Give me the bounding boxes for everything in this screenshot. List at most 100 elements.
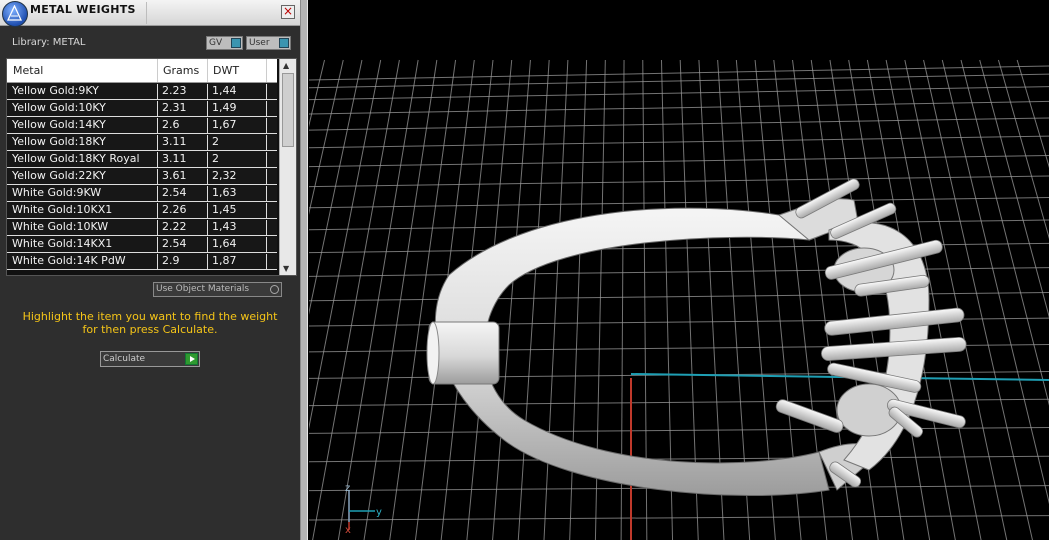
- cell-dwt: 1,43: [212, 220, 237, 233]
- grid-line: [309, 455, 1049, 463]
- cell-divider: [207, 237, 208, 253]
- cell-divider: [207, 254, 208, 270]
- user-toggle[interactable]: User: [246, 36, 291, 50]
- 3d-viewport[interactable]: z y x: [309, 0, 1049, 540]
- table-row[interactable]: White Gold:14KX1 2.54 1,64: [7, 236, 277, 253]
- column-header-grams[interactable]: Grams: [163, 64, 199, 77]
- panel-splitter[interactable]: [300, 0, 308, 540]
- cell-divider: [157, 135, 158, 151]
- close-icon[interactable]: ×: [281, 5, 295, 19]
- ring-model: [426, 178, 967, 497]
- cell-metal: White Gold:14KX1: [12, 237, 113, 250]
- help-text-line-1: Highlight the item you want to find the …: [22, 310, 278, 323]
- grid-line: [309, 426, 1049, 434]
- cell-grams: 2.9: [162, 254, 180, 267]
- table-row[interactable]: Yellow Gold:18KY 3.11 2: [7, 134, 277, 151]
- table-row[interactable]: Yellow Gold:9KY 2.23 1,44: [7, 83, 277, 100]
- table-row[interactable]: Yellow Gold:22KY 3.61 2,32: [7, 168, 277, 185]
- cell-divider: [207, 118, 208, 134]
- column-divider: [207, 59, 208, 82]
- cell-divider: [157, 101, 158, 117]
- scroll-down-icon[interactable]: ▼: [283, 264, 289, 273]
- gv-toggle[interactable]: GV: [206, 36, 243, 50]
- table-row[interactable]: Yellow Gold:10KY 2.31 1,49: [7, 100, 277, 117]
- cell-divider: [207, 101, 208, 117]
- table-row[interactable]: White Gold:10KX1 2.26 1,45: [7, 202, 277, 219]
- cell-grams: 2.23: [162, 84, 187, 97]
- cell-divider: [207, 152, 208, 168]
- grid-line: [309, 154, 1049, 168]
- cell-divider: [207, 84, 208, 100]
- table-row[interactable]: Yellow Gold:14KY 2.6 1,67: [7, 117, 277, 134]
- grid-line: [309, 86, 1049, 101]
- table-scrollbar[interactable]: ▲ ▼: [279, 59, 296, 275]
- cell-divider: [266, 220, 267, 236]
- cell-divider: [266, 237, 267, 253]
- grid-line: [309, 73, 1049, 89]
- calculate-label: Calculate: [103, 354, 146, 364]
- scroll-thumb[interactable]: [282, 73, 294, 147]
- table-row[interactable]: White Gold:14K PdW 2.9 1,87: [7, 253, 277, 270]
- cell-dwt: 2: [212, 135, 219, 148]
- grid-line: [309, 398, 1049, 407]
- cell-divider: [157, 186, 158, 202]
- cell-grams: 2.54: [162, 186, 187, 199]
- cell-divider: [207, 220, 208, 236]
- grid-line: [309, 175, 1049, 188]
- panel-titlebar: METAL WEIGHTS ×: [0, 0, 300, 27]
- grid-line: [997, 59, 1049, 240]
- library-label: Library: METAL: [12, 37, 86, 48]
- panel-title: METAL WEIGHTS: [30, 3, 136, 16]
- cell-dwt: 1,49: [212, 101, 237, 114]
- cell-divider: [207, 169, 208, 185]
- use-object-materials-label: Use Object Materials: [156, 284, 250, 294]
- column-header-dwt[interactable]: DWT: [213, 64, 239, 77]
- cell-metal: Yellow Gold:9KY: [12, 84, 99, 97]
- column-divider: [266, 59, 267, 82]
- cell-metal: White Gold:14K PdW: [12, 254, 126, 267]
- cell-divider: [266, 254, 267, 270]
- radio-circle-icon: [270, 285, 279, 294]
- calculate-button[interactable]: Calculate: [100, 351, 200, 367]
- cell-divider: [266, 186, 267, 202]
- cell-divider: [157, 220, 158, 236]
- toggle-knob-icon: [231, 38, 241, 48]
- column-header-metal[interactable]: Metal: [13, 64, 43, 77]
- use-object-materials-checkbox[interactable]: Use Object Materials: [153, 282, 282, 297]
- cell-grams: 3.11: [162, 135, 187, 148]
- cell-metal: White Gold:10KW: [12, 220, 109, 233]
- axis-gizmo: z y x: [345, 483, 382, 536]
- cell-divider: [157, 118, 158, 134]
- grid-line: [941, 59, 1049, 505]
- cell-dwt: 1,63: [212, 186, 237, 199]
- grid-line: [309, 65, 1049, 81]
- grid-line: [309, 135, 1049, 149]
- gizmo-y-label: y: [376, 507, 382, 518]
- table-row[interactable]: White Gold:9KW 2.54 1,63: [7, 185, 277, 202]
- cell-divider: [157, 237, 158, 253]
- viewport-canvas: z y x: [309, 59, 1049, 540]
- cell-grams: 3.11: [162, 152, 187, 165]
- app-logo-icon: [2, 1, 28, 27]
- cell-grams: 2.54: [162, 237, 187, 250]
- table-row[interactable]: White Gold:10KW 2.22 1,43: [7, 219, 277, 236]
- cell-divider: [266, 135, 267, 151]
- table-row[interactable]: Yellow Gold:18KY Royal 3.11 2: [7, 151, 277, 168]
- cell-grams: 3.61: [162, 169, 187, 182]
- metal-table: Metal Grams DWT Yellow Gold:9KY 2.23 1,44 Y…: [6, 58, 297, 276]
- scroll-up-icon[interactable]: ▲: [283, 61, 289, 70]
- grid-line: [517, 59, 550, 540]
- grid-line: [309, 100, 1049, 115]
- cell-metal: Yellow Gold:18KY Royal: [12, 152, 140, 165]
- cell-dwt: 2,32: [212, 169, 237, 182]
- table-header: Metal Grams DWT: [7, 59, 277, 83]
- cell-grams: 2.22: [162, 220, 187, 233]
- grid-line: [960, 59, 1049, 406]
- cell-metal: White Gold:9KW: [12, 186, 102, 199]
- user-toggle-label: User: [249, 38, 270, 48]
- cell-metal: Yellow Gold:14KY: [12, 118, 106, 131]
- cell-dwt: 1,87: [212, 254, 237, 267]
- toggle-knob-icon: [279, 38, 289, 48]
- cell-divider: [266, 101, 267, 117]
- cell-dwt: 2: [212, 152, 219, 165]
